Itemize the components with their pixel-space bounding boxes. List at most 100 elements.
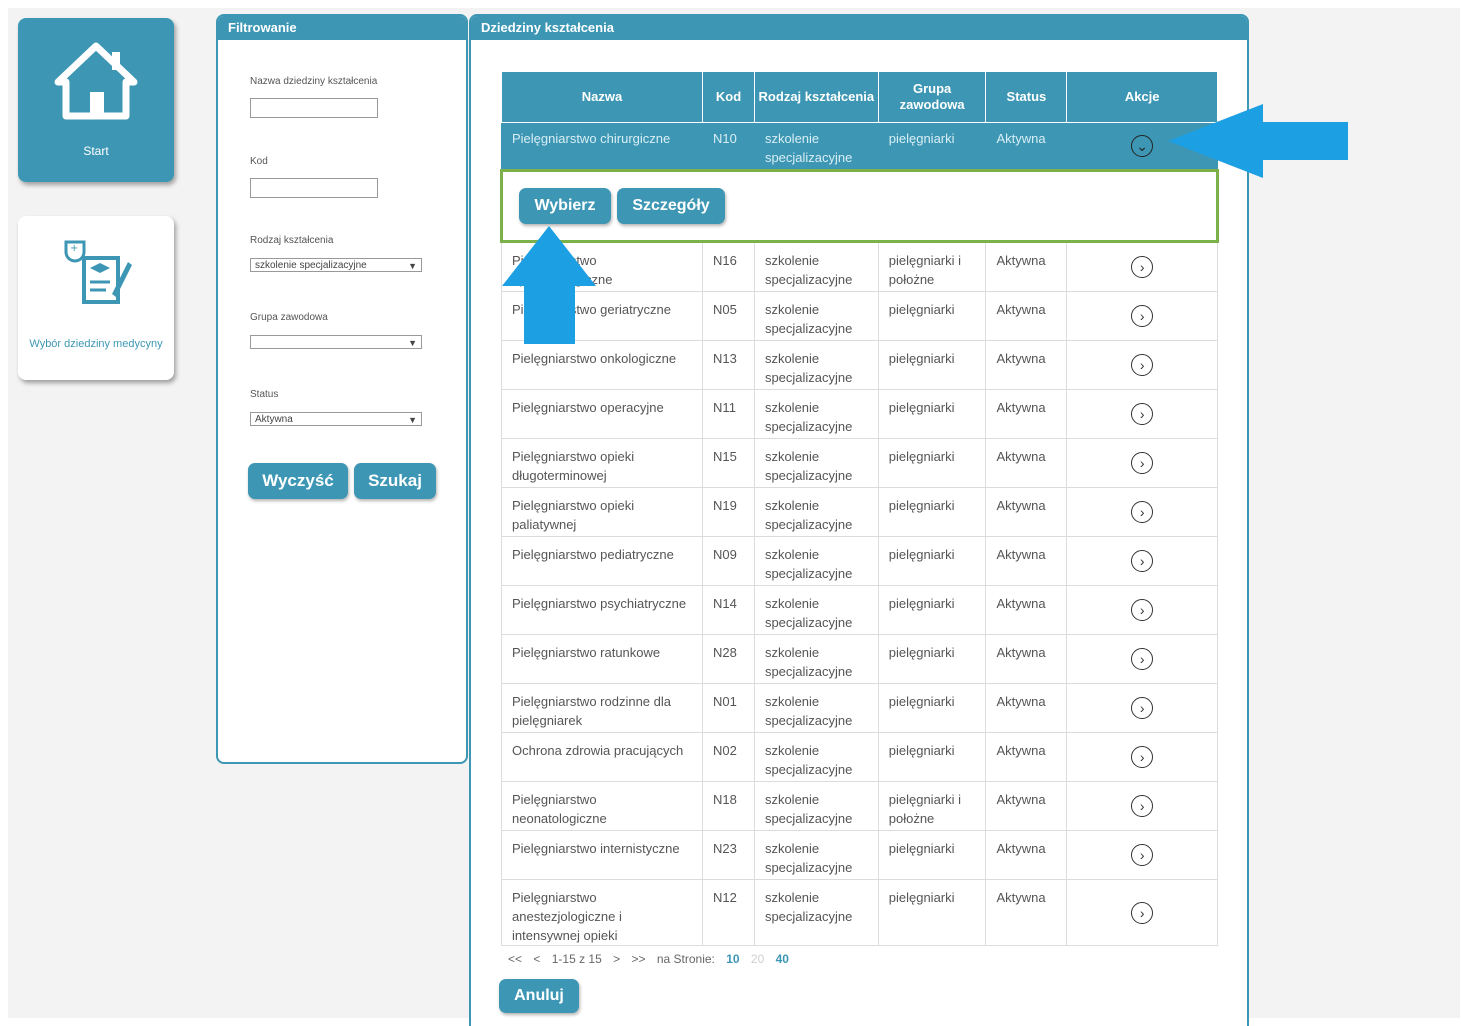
cell-status: Aktywna	[985, 438, 1068, 488]
cell-akcje: ›	[1066, 438, 1218, 488]
cell-kod: N01	[702, 683, 755, 733]
cell-status: Aktywna	[985, 781, 1068, 831]
cell-nazwa: Pielęgniarstwo internistyczne	[500, 830, 704, 880]
column-header-kod[interactable]: Kod	[702, 71, 755, 123]
expand-chevron-icon[interactable]: ›	[1131, 901, 1154, 924]
expand-chevron-icon[interactable]: ›	[1131, 844, 1154, 866]
cell-akcje: ›	[1066, 291, 1218, 341]
expand-chevron-icon[interactable]: ›	[1131, 501, 1154, 523]
details-button[interactable]: Szczegóły	[617, 188, 725, 224]
cell-grupa: pielęgniarki	[877, 536, 987, 586]
last-page-link[interactable]: >>	[631, 952, 645, 966]
column-header-status[interactable]: Status	[985, 71, 1068, 123]
first-page-link[interactable]: <<	[508, 952, 522, 966]
table-row[interactable]: Pielęgniarstwo onkologiczne N13 szkolenie …	[500, 340, 1218, 390]
table-row[interactable]: Pielęgniarstwo neonatologiczne N18 szkolen…	[500, 781, 1218, 831]
cell-rodzaj: szkolenie specjalizacyjne	[753, 634, 879, 684]
cell-nazwa: Pielęgniarstwo onkologiczne	[500, 340, 704, 390]
cell-nazwa: Pielęgniarstwo anestezjologiczne i inten…	[500, 879, 704, 946]
next-page-link[interactable]: >	[613, 952, 620, 966]
cell-akcje: ›	[1066, 536, 1218, 586]
dropdown-arrow-icon: ▼	[408, 338, 417, 348]
expand-chevron-icon[interactable]: ›	[1131, 403, 1154, 425]
cell-akcje: ›	[1066, 683, 1218, 733]
table-row[interactable]: Pielęgniarstwo anestezjologiczne i inten…	[500, 879, 1218, 946]
expand-chevron-icon[interactable]: ›	[1131, 452, 1154, 474]
per-page-option-20[interactable]: 20	[751, 952, 764, 966]
clear-button[interactable]: Wyczyść	[248, 463, 348, 499]
column-header-grupa[interactable]: Grupa zawodowa	[877, 71, 987, 123]
cell-grupa: pielęgniarki	[877, 830, 987, 880]
table-row[interactable]: Pielęgniarstwo internistyczne N23 szkoleni…	[500, 830, 1218, 880]
table-row[interactable]: Pielęgniarstwo rodzinne dla pielęgniarek…	[500, 683, 1218, 733]
dropdown-arrow-icon: ▼	[408, 261, 417, 271]
expand-chevron-icon[interactable]: ›	[1131, 354, 1154, 376]
kod-input[interactable]	[250, 178, 378, 198]
table-row[interactable]: Pielęgniarstwo operacyjne N11 szkolenie sp…	[500, 389, 1218, 439]
cell-rodzaj: szkolenie specjalizacyjne	[753, 830, 879, 880]
table-row[interactable]: Pielęgniarstwo pediatryczne N09 szkolenie …	[500, 536, 1218, 586]
table-row[interactable]: Pielęgniarstwo opieki długoterminowej N15…	[500, 438, 1218, 488]
selected-table-row[interactable]: Pielęgniarstwo chirurgiczne N10 szkoleni…	[500, 122, 1218, 171]
cell-status: Aktywna	[985, 634, 1068, 684]
cancel-button[interactable]: Anuluj	[499, 979, 579, 1013]
medical-education-icon: +	[64, 240, 132, 304]
per-page-option-10[interactable]: 10	[726, 952, 739, 966]
rodzaj-select[interactable]: szkolenie specjalizacyjne ▼	[250, 258, 422, 272]
cell-nazwa: Pielęgniarstwo pediatryczne	[500, 536, 704, 586]
grupa-select[interactable]: ▼	[250, 335, 422, 349]
start-label: Start	[83, 144, 109, 158]
cell-status: Aktywna	[985, 122, 1068, 171]
expand-chevron-icon[interactable]: ›	[1131, 599, 1154, 621]
expand-chevron-icon[interactable]: ›	[1131, 256, 1154, 278]
start-tile[interactable]: Start	[18, 18, 174, 182]
filter-panel-title: Filtrowanie	[218, 16, 466, 40]
cell-rodzaj: szkolenie specjalizacyjne	[753, 340, 879, 390]
collapse-chevron-icon[interactable]: ⌄	[1131, 135, 1154, 157]
cell-kod: N11	[702, 389, 755, 439]
prev-page-link[interactable]: <	[533, 952, 540, 966]
table-row[interactable]: Pielęgniarstwo geriatryczne N05 szkolenie …	[500, 291, 1218, 341]
table-header-row: Nazwa Kod Rodzaj kształcenia Grupa zawod…	[500, 71, 1218, 123]
cell-grupa: pielęgniarki	[877, 732, 987, 782]
nazwa-input[interactable]	[250, 98, 378, 118]
cell-kod: N12	[702, 879, 755, 946]
cell-kod: N05	[702, 291, 755, 341]
expand-chevron-icon[interactable]: ›	[1131, 648, 1154, 670]
cell-status: Aktywna	[985, 732, 1068, 782]
nazwa-label: Nazwa dziedziny kształcenia	[250, 76, 378, 87]
cell-grupa: pielęgniarki	[877, 122, 987, 171]
table-row[interactable]: Pielęgniarstwo ratunkowe N28 szkolenie spe…	[500, 634, 1218, 684]
cell-nazwa: Pielęgniarstwo operacyjne	[500, 389, 704, 439]
status-select[interactable]: Aktywna ▼	[250, 412, 422, 426]
search-button[interactable]: Szukaj	[354, 463, 436, 499]
table-row[interactable]: Ochrona zdrowia pracujących N02 szkolenie …	[500, 732, 1218, 782]
cell-grupa: pielęgniarki	[877, 487, 987, 537]
wybor-dziedziny-tile[interactable]: + Wybór dziedziny medycyny	[18, 216, 174, 380]
cell-kod: N15	[702, 438, 755, 488]
cell-akcje: ›	[1066, 241, 1218, 292]
table-row[interactable]: Pielęgniarstwo psychiatryczne N14 szkoleni…	[500, 585, 1218, 635]
cell-akcje: ›	[1066, 585, 1218, 635]
expand-chevron-icon[interactable]: ›	[1131, 305, 1154, 327]
table-row[interactable]: Pielęgniarstwo epidemiologiczneN16szkole…	[500, 241, 1218, 292]
expand-chevron-icon[interactable]: ›	[1131, 795, 1154, 817]
cell-nazwa: Pielęgniarstwo ratunkowe	[500, 634, 704, 684]
expand-chevron-icon[interactable]: ›	[1131, 697, 1154, 719]
cell-nazwa: Pielęgniarstwo opieki paliatywnej	[500, 487, 704, 537]
column-header-nazwa[interactable]: Nazwa	[500, 71, 704, 123]
pagination: << < 1-15 z 15 > >> na Stronie: 10 20 40	[508, 952, 797, 966]
status-select-value: Aktywna	[255, 414, 293, 425]
cell-grupa: pielęgniarki	[877, 340, 987, 390]
column-header-rodzaj[interactable]: Rodzaj kształcenia	[753, 71, 879, 123]
home-icon	[54, 42, 138, 120]
per-page-option-40[interactable]: 40	[776, 952, 789, 966]
cell-status: Aktywna	[985, 585, 1068, 635]
table-row[interactable]: Pielęgniarstwo opieki paliatywnej N19 szko…	[500, 487, 1218, 537]
cell-grupa: pielęgniarki i położne	[877, 781, 987, 831]
choose-button[interactable]: Wybierz	[519, 188, 611, 224]
expand-chevron-icon[interactable]: ›	[1131, 746, 1154, 768]
expand-chevron-icon[interactable]: ›	[1131, 550, 1154, 572]
kod-label: Kod	[250, 156, 268, 167]
cell-grupa: pielęgniarki	[877, 879, 987, 946]
